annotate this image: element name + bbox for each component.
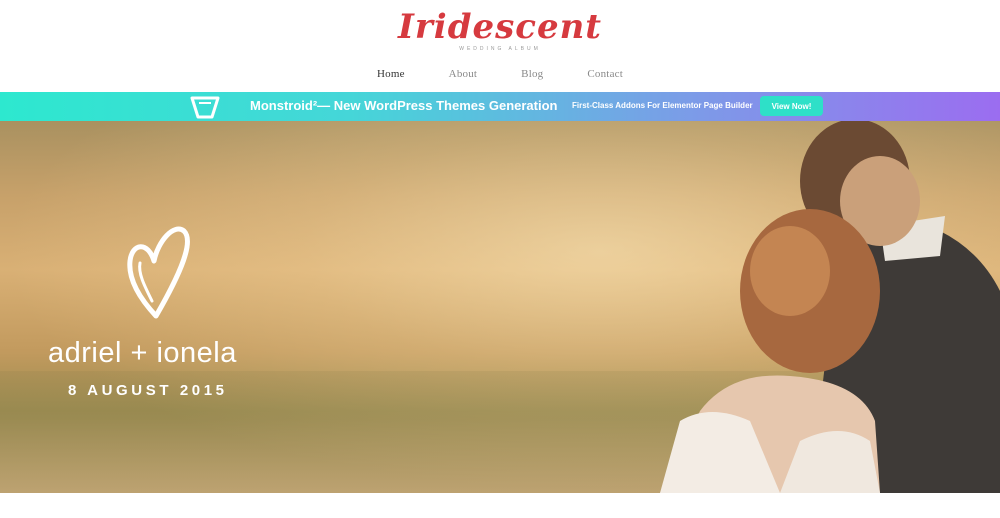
view-now-button[interactable]: View Now! <box>760 96 823 116</box>
site-header: Iridescent Wedding Album Home About Blog… <box>0 0 1000 92</box>
promo-banner[interactable]: Monstroid²— New WordPress Themes Generat… <box>0 92 1000 121</box>
site-logo[interactable]: Iridescent Wedding Album <box>0 8 1000 52</box>
hero-section: adriel + ionela 8 AUGUST 2015 <box>0 121 1000 493</box>
nav-blog-link[interactable]: Blog <box>521 68 543 80</box>
couple-photo <box>660 121 1000 493</box>
nav-contact-link[interactable]: Contact <box>587 68 623 80</box>
nav-home-link[interactable]: Home <box>377 68 405 80</box>
promo-subtitle: First-Class Addons For Elementor Page Bu… <box>572 101 753 110</box>
logo-text[interactable]: Iridescent <box>0 8 1000 46</box>
monstroid-logo-icon <box>190 96 220 119</box>
couple-names: adriel + ionela <box>48 337 237 369</box>
nav-about-link[interactable]: About <box>449 68 478 80</box>
wedding-date: 8 AUGUST 2015 <box>68 382 228 399</box>
promo-title: Monstroid²— New WordPress Themes Generat… <box>250 98 558 113</box>
logo-tagline: Wedding Album <box>459 46 541 52</box>
page-bottom <box>0 493 1000 518</box>
heart-icon <box>127 226 190 319</box>
main-nav: Home About Blog Contact <box>0 68 1000 80</box>
